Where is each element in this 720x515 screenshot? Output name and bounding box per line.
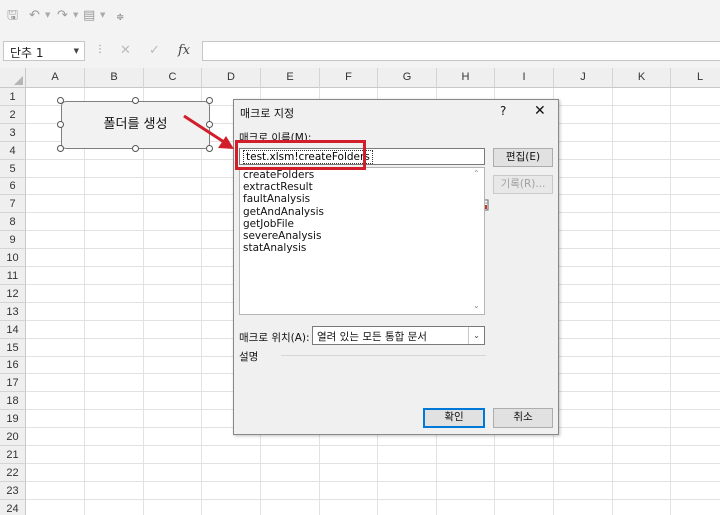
formula-input[interactable] [202, 41, 720, 61]
insert-function-icon[interactable]: fx [178, 43, 190, 58]
row-header[interactable]: 8 [0, 213, 26, 231]
macro-location-label: 매크로 위치(A): [239, 332, 310, 344]
row-header[interactable]: 5 [0, 160, 26, 178]
row-header[interactable]: 13 [0, 303, 26, 321]
row-header[interactable]: 10 [0, 249, 26, 267]
resize-handle[interactable] [57, 97, 64, 104]
edit-button[interactable]: 편집(E) [493, 148, 553, 167]
record-button[interactable]: 기록(R)... [493, 175, 553, 194]
list-scrollbar[interactable]: ⌃ ⌄ [470, 168, 484, 314]
help-button[interactable]: ? [500, 104, 506, 118]
resize-handle[interactable] [57, 121, 64, 128]
column-header[interactable]: F [320, 68, 378, 88]
close-button[interactable]: ✕ [534, 103, 546, 119]
macro-list-item[interactable]: createFolders [243, 169, 314, 181]
column-gridline [670, 88, 671, 515]
vertical-dots-icon: ⋮ [95, 44, 105, 55]
macro-location-select[interactable]: 열려 있는 모든 통합 문서 ⌄ [312, 326, 485, 345]
column-header[interactable]: H [437, 68, 495, 88]
ok-button[interactable]: 확인 [423, 408, 485, 428]
redo-icon[interactable]: ↷ [57, 9, 68, 23]
macro-list-item[interactable]: getAndAnalysis [243, 206, 324, 218]
column-header[interactable]: B [85, 68, 144, 88]
resize-handle[interactable] [132, 97, 139, 104]
resize-handle[interactable] [132, 145, 139, 152]
cancel-entry-icon[interactable]: ✕ [120, 43, 131, 58]
row-header[interactable]: 2 [0, 106, 26, 124]
macro-list[interactable]: createFolders extractResult faultAnalysis g… [239, 167, 485, 315]
row-header[interactable]: 11 [0, 267, 26, 285]
row-header[interactable]: 1 [0, 88, 26, 106]
column-header[interactable]: K [613, 68, 671, 88]
resize-handle[interactable] [57, 145, 64, 152]
row-header[interactable]: 22 [0, 464, 26, 482]
save-icon[interactable]: 🖫 [7, 9, 18, 23]
name-box[interactable]: 단추 1 ▼ [3, 41, 85, 61]
row-gridline [26, 481, 720, 482]
row-header[interactable]: 4 [0, 142, 26, 160]
row-gridline [26, 499, 720, 500]
row-gridline [26, 463, 720, 464]
column-header[interactable]: J [554, 68, 613, 88]
dialog-title: 매크로 지정 [240, 107, 295, 120]
row-header[interactable]: 23 [0, 482, 26, 500]
customize-toolbar-icon[interactable]: ≑ [116, 11, 124, 25]
column-header[interactable]: D [202, 68, 261, 88]
row-header[interactable]: 24 [0, 500, 26, 515]
resize-handle[interactable] [206, 97, 213, 104]
row-header[interactable]: 17 [0, 374, 26, 392]
scroll-up-icon[interactable]: ⌃ [473, 169, 480, 178]
row-header[interactable]: 12 [0, 285, 26, 303]
enter-entry-icon[interactable]: ✓ [149, 43, 160, 58]
annotation-arrow-icon [183, 114, 234, 149]
name-box-value: 단추 1 [10, 46, 44, 60]
quick-access-toolbar: 🖫 ↶ ▼ ↷ ▼ ▤ ▼ ≑ [0, 0, 720, 34]
row-header[interactable]: 3 [0, 124, 26, 142]
macro-list-item[interactable]: statAnalysis [243, 242, 306, 254]
row-header[interactable]: 14 [0, 321, 26, 339]
macro-list-item[interactable]: getJobFile [243, 218, 294, 230]
select-all-corner[interactable] [0, 68, 26, 88]
undo-dropdown-icon[interactable]: ▼ [45, 11, 50, 19]
column-header[interactable]: I [495, 68, 554, 88]
shape-label: 폴더를 생성 [103, 117, 168, 132]
chevron-down-icon[interactable]: ⌄ [468, 327, 484, 344]
macro-location-value: 열려 있는 모든 통합 문서 [317, 331, 427, 343]
column-gridline [84, 88, 85, 515]
macro-list-item[interactable]: extractResult [243, 181, 313, 193]
column-header[interactable]: L [671, 68, 720, 88]
column-header[interactable]: E [261, 68, 320, 88]
formula-bar: 단추 1 ▼ ⋮ ✕ ✓ fx [0, 34, 720, 68]
row-header[interactable]: 7 [0, 195, 26, 213]
macro-list-item[interactable]: severeAnalysis [243, 230, 321, 242]
description-label: 설명 [239, 351, 259, 363]
scroll-down-icon[interactable]: ⌄ [473, 301, 480, 310]
annotation-highlight-box [235, 140, 366, 170]
briefcase-icon[interactable]: ▤ [83, 9, 95, 23]
row-header[interactable]: 20 [0, 428, 26, 446]
briefcase-dropdown-icon[interactable]: ▼ [100, 11, 105, 19]
cancel-button[interactable]: 취소 [493, 408, 553, 428]
row-header[interactable]: 15 [0, 339, 26, 357]
chevron-down-icon[interactable]: ▼ [74, 47, 79, 55]
row-header[interactable]: 19 [0, 410, 26, 428]
description-divider [281, 355, 486, 356]
column-gridline [612, 88, 613, 515]
column-header[interactable]: G [378, 68, 437, 88]
row-header[interactable]: 16 [0, 357, 26, 374]
row-header[interactable]: 18 [0, 392, 26, 410]
row-header[interactable]: 21 [0, 446, 26, 464]
column-gridline [143, 88, 144, 515]
row-header[interactable]: 6 [0, 178, 26, 195]
column-header[interactable]: A [26, 68, 85, 88]
undo-icon[interactable]: ↶ [29, 9, 40, 23]
row-gridline [26, 445, 720, 446]
row-header[interactable]: 9 [0, 231, 26, 249]
redo-dropdown-icon[interactable]: ▼ [73, 11, 78, 19]
macro-list-item[interactable]: faultAnalysis [243, 193, 310, 205]
column-header[interactable]: C [144, 68, 202, 88]
